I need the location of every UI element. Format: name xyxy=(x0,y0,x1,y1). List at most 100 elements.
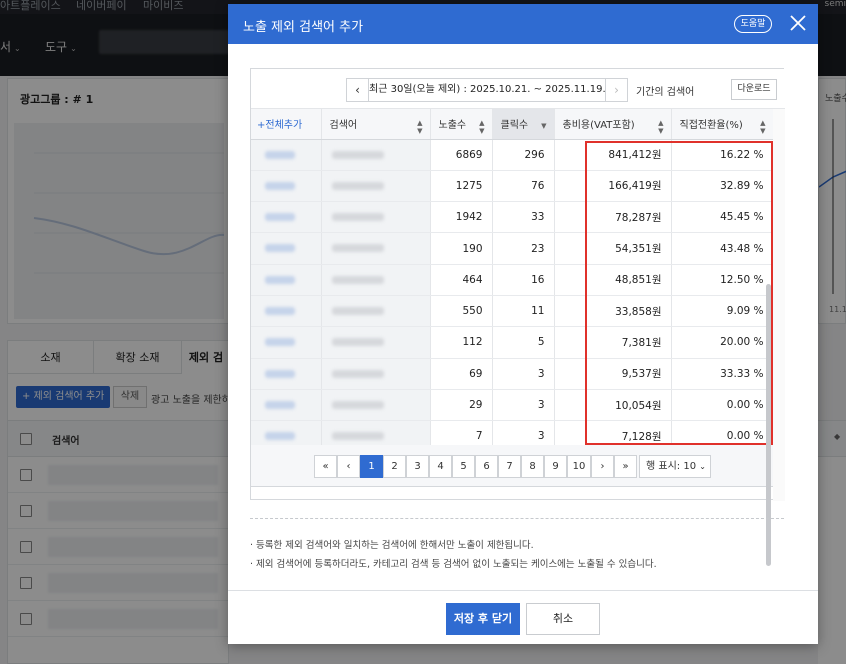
page-button-8[interactable]: 8 xyxy=(521,455,544,478)
table-row: 1942 33 78,287원 45.45 % xyxy=(251,201,774,234)
pagination: « ‹ 1 2 3 4 5 6 7 8 9 10 › » 행 표시: 10 ⌄ xyxy=(251,445,773,487)
impressions-cell: 550 xyxy=(430,295,493,328)
table-row: 6869 296 841,412원 16.22 % xyxy=(251,139,774,171)
table-row: 112 5 7,381원 20.00 % xyxy=(251,326,774,359)
clicks-cell: 16 xyxy=(492,264,555,296)
keyword-blurred xyxy=(321,326,431,359)
clicks-cell: 5 xyxy=(492,326,555,359)
table-row: 69 3 9,537원 33.33 % xyxy=(251,358,774,390)
cost-cell: 54,351원 xyxy=(554,232,672,265)
add-keyword-link-blurred[interactable] xyxy=(251,232,322,265)
page-button-9[interactable]: 9 xyxy=(544,455,567,478)
rows-per-page-select[interactable]: 행 표시: 10 ⌄ xyxy=(639,455,711,478)
conversion-cell: 20.00 % xyxy=(671,326,774,359)
add-keyword-link-blurred[interactable] xyxy=(251,170,322,203)
conversion-cell: 16.22 % xyxy=(671,139,774,171)
modal-header: 노출 제외 검색어 추가 도움말 xyxy=(228,4,818,44)
keyword-blurred xyxy=(321,295,431,328)
save-and-close-button[interactable]: 저장 후 닫기 xyxy=(446,603,520,635)
period-label: 기간의 검색어 xyxy=(636,87,695,98)
clicks-cell: 23 xyxy=(492,232,555,265)
divider xyxy=(250,518,784,519)
add-keyword-link-blurred[interactable] xyxy=(251,389,322,422)
table-row: 550 11 33,858원 9.09 % xyxy=(251,295,774,328)
page-button-1[interactable]: 1 xyxy=(360,455,383,478)
help-button[interactable]: 도움말 xyxy=(734,15,772,33)
impressions-cell: 69 xyxy=(430,358,493,390)
column-clicks[interactable]: 클릭수 ▼ xyxy=(492,109,555,140)
conversion-cell: 32.89 % xyxy=(671,170,774,203)
page-button-3[interactable]: 3 xyxy=(406,455,429,478)
date-range-selector: ‹ 최근 30일(오늘 제외) : 2025.10.21. ~ 2025.11.… xyxy=(346,78,628,102)
cost-cell: 841,412원 xyxy=(554,139,672,171)
impressions-cell: 6869 xyxy=(430,139,493,171)
column-impressions[interactable]: 노출수 ▲ ▼ xyxy=(430,109,493,140)
sort-icon: ▲ ▼ xyxy=(760,119,766,135)
clicks-cell: 33 xyxy=(492,201,555,234)
page-button-4[interactable]: 4 xyxy=(429,455,452,478)
column-cost[interactable]: 총비용(VAT포함) ▲ ▼ xyxy=(554,109,672,140)
add-all-button[interactable]: +전체추가 xyxy=(251,109,322,140)
modal-footer: 저장 후 닫기 취소 xyxy=(228,590,818,644)
page-button-7[interactable]: 7 xyxy=(498,455,521,478)
note-line: · 제외 검색어에 등록하더라도, 카테고리 검색 등 검색어 없이 노출되는 … xyxy=(250,559,657,570)
keyword-blurred xyxy=(321,232,431,265)
date-navigation: ‹ 최근 30일(오늘 제외) : 2025.10.21. ~ 2025.11.… xyxy=(251,69,785,109)
add-keyword-link-blurred[interactable] xyxy=(251,264,322,296)
impressions-cell: 1275 xyxy=(430,170,493,203)
conversion-cell: 12.50 % xyxy=(671,264,774,296)
download-button[interactable]: 다운로드 xyxy=(731,79,777,100)
cost-cell: 48,851원 xyxy=(554,264,672,296)
table-row: 1275 76 166,419원 32.89 % xyxy=(251,170,774,203)
impressions-cell: 190 xyxy=(430,232,493,265)
add-keyword-link-blurred[interactable] xyxy=(251,358,322,390)
modal-scrollbar[interactable] xyxy=(766,284,771,566)
column-conversion-rate[interactable]: 직접전환율(%) ▲ ▼ xyxy=(671,109,774,140)
cost-cell: 33,858원 xyxy=(554,295,672,328)
page-button-5[interactable]: 5 xyxy=(452,455,475,478)
chevron-down-icon: ⌄ xyxy=(699,462,706,471)
cost-cell: 166,419원 xyxy=(554,170,672,203)
page-button-6[interactable]: 6 xyxy=(475,455,498,478)
first-page-button[interactable]: « xyxy=(314,455,337,478)
conversion-cell: 0.00 % xyxy=(671,389,774,422)
cost-cell: 10,054원 xyxy=(554,389,672,422)
table-row: 464 16 48,851원 12.50 % xyxy=(251,264,774,296)
sort-icon: ▲ ▼ xyxy=(479,119,485,135)
add-keyword-link-blurred[interactable] xyxy=(251,295,322,328)
cost-cell: 9,537원 xyxy=(554,358,672,390)
conversion-cell: 43.48 % xyxy=(671,232,774,265)
date-range-label: 최근 30일(오늘 제외) : 2025.10.21. ~ 2025.11.19… xyxy=(369,84,606,95)
page-button-2[interactable]: 2 xyxy=(383,455,406,478)
search-term-table: +전체추가 검색어 ▲ ▼ 노출수 ▲ ▼ 클릭수 ▼ 총비용(VAT포함) ▲ ▼ 직접전환… xyxy=(251,109,774,453)
prev-page-button[interactable]: ‹ xyxy=(337,455,360,478)
prev-period-button[interactable]: ‹ xyxy=(347,79,369,101)
sort-icon: ▲ ▼ xyxy=(658,119,664,135)
table-scroll-track[interactable] xyxy=(773,109,785,501)
cost-cell: 78,287원 xyxy=(554,201,672,234)
table-row: 29 3 10,054원 0.00 % xyxy=(251,389,774,422)
column-keyword[interactable]: 검색어 ▲ ▼ xyxy=(321,109,431,140)
impressions-cell: 29 xyxy=(430,389,493,422)
clicks-cell: 3 xyxy=(492,358,555,390)
modal-title: 노출 제외 검색어 추가 xyxy=(243,20,364,35)
conversion-cell: 33.33 % xyxy=(671,358,774,390)
add-keyword-link-blurred[interactable] xyxy=(251,139,322,171)
add-keyword-link-blurred[interactable] xyxy=(251,326,322,359)
impressions-cell: 464 xyxy=(430,264,493,296)
table-row: 190 23 54,351원 43.48 % xyxy=(251,232,774,265)
keyword-blurred xyxy=(321,264,431,296)
close-icon[interactable] xyxy=(788,13,808,33)
clicks-cell: 296 xyxy=(492,139,555,171)
conversion-cell: 9.09 % xyxy=(671,295,774,328)
next-page-button[interactable]: › xyxy=(591,455,614,478)
keyword-blurred xyxy=(321,389,431,422)
cancel-button[interactable]: 취소 xyxy=(526,603,600,635)
add-keyword-link-blurred[interactable] xyxy=(251,201,322,234)
next-period-button[interactable]: › xyxy=(605,79,627,101)
conversion-cell: 45.45 % xyxy=(671,201,774,234)
page-button-10[interactable]: 10 xyxy=(567,455,591,478)
last-page-button[interactable]: » xyxy=(614,455,637,478)
clicks-cell: 76 xyxy=(492,170,555,203)
impressions-cell: 1942 xyxy=(430,201,493,234)
